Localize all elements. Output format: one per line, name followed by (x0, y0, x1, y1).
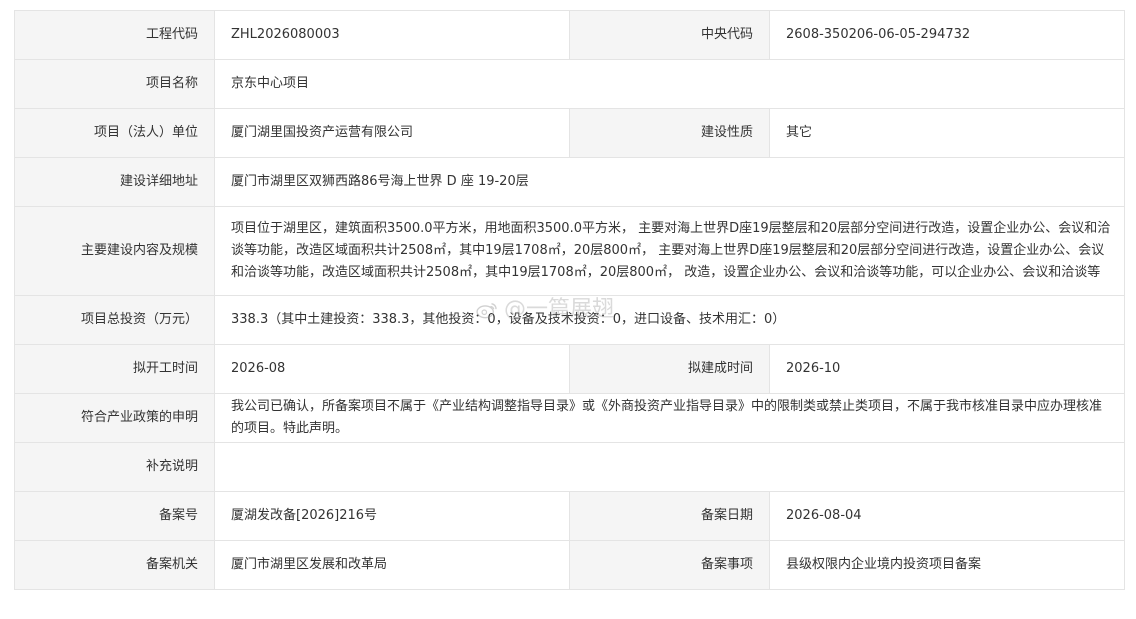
investment-label: 项目总投资（万元） (14, 295, 215, 345)
row-address: 建设详细地址 厦门市湖里区双狮西路86号海上世界 D 座 19-20层 (14, 157, 1125, 207)
record-no-label: 备案号 (14, 491, 215, 541)
legal-unit-value: 厦门湖里国投资产运营有限公司 (214, 108, 570, 158)
record-item-value: 县级权限内企业境内投资项目备案 (769, 540, 1125, 590)
project-name-value: 京东中心项目 (214, 59, 1125, 109)
record-no-value: 厦湖发改备[2026]216号 (214, 491, 570, 541)
content-value: 项目位于湖里区，建筑面积3500.0平方米，用地面积3500.0平方米， 主要对… (214, 206, 1125, 296)
row-record-no: 备案号 厦湖发改备[2026]216号 备案日期 2026-08-04 (14, 491, 1125, 541)
start-time-value: 2026-08 (214, 344, 570, 394)
content-label: 主要建设内容及规模 (14, 206, 215, 296)
row-content: 主要建设内容及规模 项目位于湖里区，建筑面积3500.0平方米，用地面积3500… (14, 206, 1125, 296)
central-code-label: 中央代码 (569, 10, 770, 60)
policy-value: 我公司已确认，所备案项目不属于《产业结构调整指导目录》或《外商投资产业指导目录》… (214, 393, 1125, 443)
record-org-label: 备案机关 (14, 540, 215, 590)
supplement-label: 补充说明 (14, 442, 215, 492)
row-project-code: 工程代码 ZHL2026080003 中央代码 2608-350206-06-0… (14, 10, 1125, 60)
project-name-label: 项目名称 (14, 59, 215, 109)
project-code-label: 工程代码 (14, 10, 215, 60)
policy-label: 符合产业政策的申明 (14, 393, 215, 443)
row-legal-unit: 项目（法人）单位 厦门湖里国投资产运营有限公司 建设性质 其它 (14, 108, 1125, 158)
legal-unit-label: 项目（法人）单位 (14, 108, 215, 158)
investment-value: 338.3（其中土建投资：338.3，其他投资：0，设备及技术投资：0，进口设备… (214, 295, 1125, 345)
row-times: 拟开工时间 2026-08 拟建成时间 2026-10 (14, 344, 1125, 394)
supplement-value (214, 442, 1125, 492)
row-policy: 符合产业政策的申明 我公司已确认，所备案项目不属于《产业结构调整指导目录》或《外… (14, 393, 1125, 443)
project-record-table: 工程代码 ZHL2026080003 中央代码 2608-350206-06-0… (14, 10, 1125, 590)
central-code-value: 2608-350206-06-05-294732 (769, 10, 1125, 60)
row-supplement: 补充说明 (14, 442, 1125, 492)
finish-time-value: 2026-10 (769, 344, 1125, 394)
record-org-value: 厦门市湖里区发展和改革局 (214, 540, 570, 590)
start-time-label: 拟开工时间 (14, 344, 215, 394)
address-value: 厦门市湖里区双狮西路86号海上世界 D 座 19-20层 (214, 157, 1125, 207)
project-code-value: ZHL2026080003 (214, 10, 570, 60)
record-item-label: 备案事项 (569, 540, 770, 590)
row-project-name: 项目名称 京东中心项目 (14, 59, 1125, 109)
build-nature-label: 建设性质 (569, 108, 770, 158)
row-record-org: 备案机关 厦门市湖里区发展和改革局 备案事项 县级权限内企业境内投资项目备案 (14, 540, 1125, 590)
row-investment: 项目总投资（万元） 338.3（其中土建投资：338.3，其他投资：0，设备及技… (14, 295, 1125, 345)
record-date-value: 2026-08-04 (769, 491, 1125, 541)
record-date-label: 备案日期 (569, 491, 770, 541)
finish-time-label: 拟建成时间 (569, 344, 770, 394)
build-nature-value: 其它 (769, 108, 1125, 158)
address-label: 建设详细地址 (14, 157, 215, 207)
